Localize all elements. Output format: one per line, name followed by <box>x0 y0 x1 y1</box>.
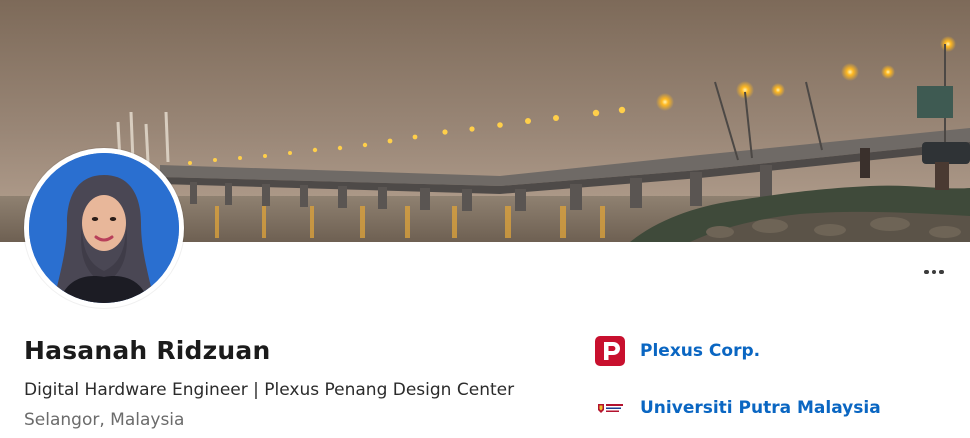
current-company-name: Plexus Corp. <box>640 341 761 361</box>
more-actions-button[interactable] <box>912 256 956 288</box>
more-horizontal-icon <box>923 269 946 275</box>
current-company-link[interactable]: Plexus Corp. <box>594 335 760 367</box>
upm-crest-icon <box>594 392 626 424</box>
profile-name: Hasanah Ridzuan <box>24 336 271 365</box>
avatar-portrait-icon <box>29 153 179 303</box>
education-school-name: Universiti Putra Malaysia <box>640 398 881 418</box>
plexus-logo-icon <box>594 335 626 367</box>
profile-photo[interactable] <box>24 148 184 308</box>
profile-photo-image <box>29 153 179 303</box>
education-link[interactable]: Universiti Putra Malaysia <box>594 392 881 424</box>
profile-top-card: Hasanah Ridzuan Digital Hardware Enginee… <box>0 0 970 438</box>
profile-location: Selangor, Malaysia <box>24 410 185 430</box>
profile-headline: Digital Hardware Engineer | Plexus Penan… <box>24 380 515 400</box>
